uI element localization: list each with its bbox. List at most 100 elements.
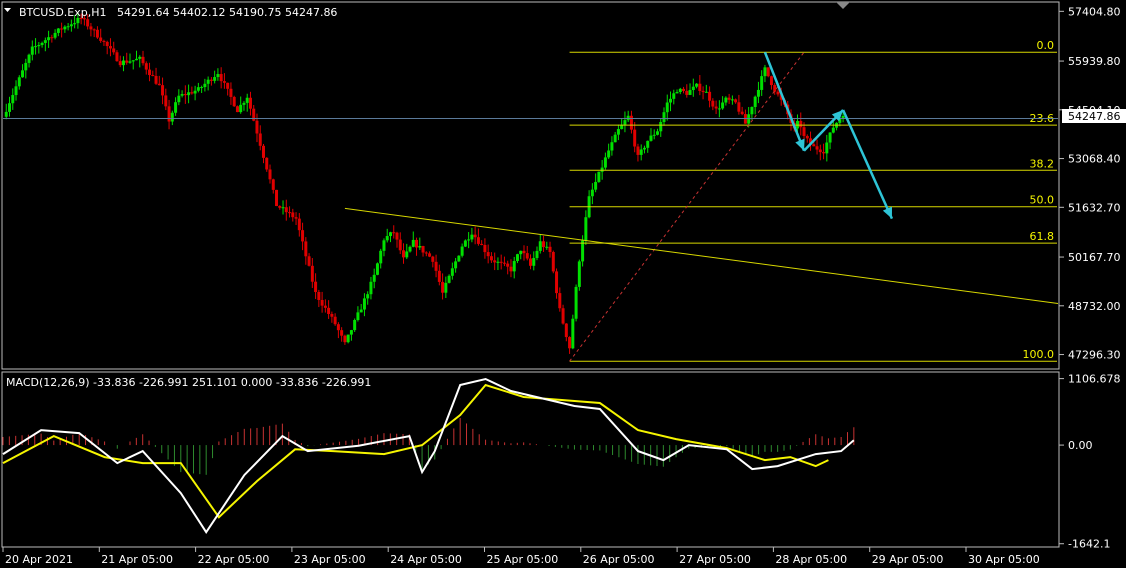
- candle-body: [369, 281, 373, 295]
- candle-body: [408, 246, 412, 252]
- macd-label: MACD(12,26,9) -33.836 -226.991 251.101 0…: [6, 376, 371, 389]
- candle-body: [727, 97, 731, 100]
- candle-body: [411, 239, 415, 247]
- candle-body: [629, 115, 633, 130]
- candle-body: [805, 135, 809, 139]
- candle-body: [170, 112, 174, 122]
- candle-body: [561, 308, 565, 324]
- candle-body: [99, 37, 103, 41]
- candle-body: [245, 97, 249, 103]
- candle-body: [229, 88, 233, 97]
- candle-body: [323, 305, 327, 308]
- candle-body: [607, 150, 611, 158]
- candle-body: [21, 70, 25, 78]
- candle-body: [763, 67, 767, 77]
- candle-body: [340, 330, 344, 336]
- candle-body: [594, 181, 598, 190]
- candle-body: [209, 79, 213, 81]
- candle-body: [802, 127, 806, 136]
- candle-body: [822, 152, 826, 154]
- candle-body: [756, 89, 760, 97]
- candle-body: [584, 217, 588, 241]
- candle-body: [655, 131, 659, 135]
- candle-body: [662, 112, 666, 122]
- candle-body: [258, 133, 262, 146]
- candle-body: [69, 24, 73, 27]
- candle-body: [571, 318, 575, 349]
- candle-body: [320, 299, 324, 306]
- dropdown-triangle-icon[interactable]: [4, 8, 11, 12]
- current-price-label: 54247.86: [1068, 110, 1121, 123]
- candle-body: [131, 60, 135, 62]
- candle-body: [138, 56, 142, 59]
- macd-axis: 1106.678 0.00 -1642.1: [1059, 373, 1121, 551]
- candle-body: [275, 189, 279, 207]
- candle-body: [50, 37, 54, 39]
- price-tick-label: 53068.40: [1068, 153, 1121, 166]
- candle-body: [112, 48, 116, 53]
- candle-body: [265, 157, 269, 170]
- candle-body: [473, 234, 477, 238]
- candle-body: [486, 252, 490, 257]
- candle-body: [200, 87, 204, 89]
- candle-body: [460, 246, 464, 256]
- time-tick-label: 25 Apr 05:00: [487, 553, 559, 566]
- candle-body: [626, 115, 630, 121]
- candle-body: [291, 212, 295, 218]
- candle-body: [402, 250, 406, 258]
- candles-layer: [4, 12, 845, 354]
- candle-body: [271, 179, 275, 190]
- candle-body: [304, 241, 308, 257]
- macd-layer: [2, 377, 855, 535]
- candle-body: [441, 281, 445, 293]
- time-tick-label: 22 Apr 05:00: [198, 553, 270, 566]
- time-tick-label: 21 Apr 05:00: [101, 553, 173, 566]
- candle-body: [196, 87, 200, 91]
- candle-body: [688, 90, 692, 95]
- candle-body: [89, 26, 93, 30]
- candle-body: [392, 232, 396, 234]
- candle-body: [63, 26, 67, 30]
- candle-body: [766, 67, 770, 77]
- candle-body: [307, 256, 311, 266]
- candle-body: [695, 83, 699, 87]
- candle-body: [603, 157, 607, 168]
- candle-body: [379, 250, 383, 264]
- candle-body: [310, 265, 314, 282]
- scroll-marker-icon[interactable]: [836, 2, 850, 9]
- candle-body: [428, 253, 432, 257]
- candle-body: [600, 167, 604, 172]
- candle-body: [242, 102, 246, 105]
- candle-body: [40, 42, 44, 46]
- candle-body: [535, 250, 539, 259]
- candle-body: [180, 94, 184, 96]
- candle-body: [613, 134, 617, 143]
- price-axis: 57404.8055939.8054504.1053068.4051632.70…: [1059, 5, 1121, 362]
- price-tick-label: 47296.30: [1068, 349, 1121, 362]
- candle-body: [568, 337, 572, 349]
- candle-body: [187, 92, 191, 96]
- candle-body: [47, 37, 51, 41]
- candle-body: [154, 75, 158, 84]
- candle-body: [177, 95, 181, 103]
- candle-body: [60, 28, 64, 30]
- candle-body: [375, 263, 379, 275]
- candle-body: [193, 90, 197, 94]
- candle-body: [509, 266, 513, 272]
- candle-body: [672, 93, 676, 99]
- candle-body: [27, 54, 31, 63]
- candle-body: [372, 274, 376, 282]
- fib-level-label: 61.8: [1030, 230, 1055, 243]
- candle-body: [711, 100, 715, 107]
- candle-body: [92, 29, 96, 31]
- fib-level-label: 38.2: [1030, 157, 1055, 170]
- candle-body: [493, 260, 497, 263]
- candle-body: [346, 334, 350, 343]
- candle-body: [506, 263, 510, 267]
- candle-body: [519, 250, 523, 255]
- candle-body: [646, 140, 650, 148]
- candle-body: [665, 102, 669, 113]
- candle-body: [398, 239, 402, 251]
- candle-body: [769, 76, 773, 86]
- ohlc-label: 54291.64 54402.12 54190.75 54247.86: [117, 6, 337, 19]
